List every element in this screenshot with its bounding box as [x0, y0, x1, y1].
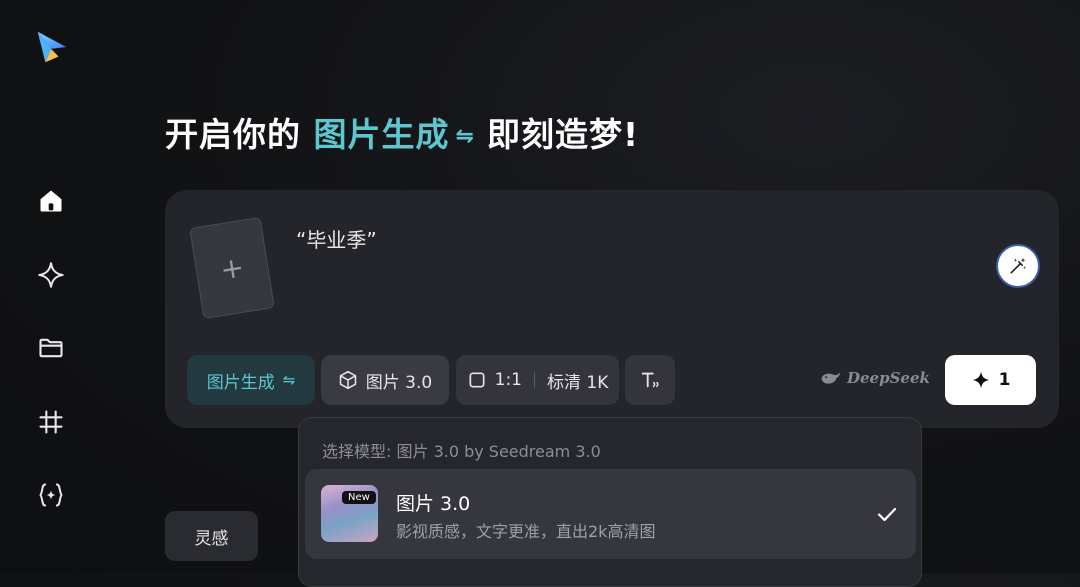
whale-icon	[821, 372, 841, 384]
text-style-button[interactable]	[625, 355, 675, 405]
model-option-description: 影视质感，文字更准，直出2k高清图	[396, 522, 656, 541]
deepseek-toggle[interactable]: DeepSeek	[820, 369, 930, 387]
cube-icon	[339, 370, 357, 390]
plus-icon: +	[217, 249, 247, 287]
prompt-input[interactable]: “毕业季”	[296, 224, 377, 253]
sparkle-icon	[972, 371, 989, 389]
dropdown-caption: 选择模型: 图片 3.0 by Seedream 3.0	[322, 442, 601, 461]
sidebar-item-create[interactable]	[34, 258, 68, 292]
folder-icon	[39, 338, 63, 358]
sidebar-item-canvas[interactable]	[34, 405, 68, 439]
sidebar-item-assets[interactable]	[34, 331, 68, 365]
title-suffix: 即刻造梦!	[486, 115, 639, 154]
ratio-quality-selector[interactable]: 1:1 标清 1K	[456, 355, 619, 405]
model-thumbnail: New	[321, 485, 378, 542]
model-label: 图片 3.0	[365, 372, 433, 393]
divider	[533, 372, 535, 388]
square-ratio-icon	[469, 372, 485, 388]
model-selector[interactable]: 图片 3.0	[321, 355, 449, 405]
page-title: 开启你的 图片生成 ⇋ 即刻造梦!	[165, 108, 639, 156]
title-prefix: 开启你的	[165, 115, 301, 154]
inspiration-label: 灵感	[194, 528, 229, 549]
mode-label: 图片生成	[206, 372, 275, 393]
check-icon	[875, 502, 899, 530]
sidebar-item-home[interactable]	[34, 184, 68, 218]
prompt-enhance-button[interactable]	[996, 244, 1040, 288]
swap-icon[interactable]: ⇋	[456, 124, 475, 149]
inspiration-button[interactable]: 灵感	[165, 511, 258, 561]
generate-count: 1	[998, 370, 1011, 390]
canvas-icon	[39, 410, 63, 434]
app-logo[interactable]	[32, 28, 70, 66]
generate-button[interactable]: 1	[945, 355, 1036, 405]
title-mode[interactable]: 图片生成	[314, 115, 450, 154]
home-icon	[40, 190, 62, 212]
upload-reference-button[interactable]: +	[189, 216, 275, 320]
mode-selector[interactable]: 图片生成 ⇋	[187, 355, 315, 405]
ratio-label: 1:1	[494, 370, 522, 390]
sidebar-item-api[interactable]	[34, 478, 68, 512]
new-badge: New	[342, 491, 376, 504]
magic-wand-icon	[1010, 257, 1027, 274]
deepseek-label: DeepSeek	[847, 369, 930, 387]
model-option-title: 图片 3.0	[396, 493, 471, 515]
text-quote-icon	[641, 372, 659, 388]
quality-label: 标清 1K	[546, 372, 609, 393]
sparkle-icon	[38, 262, 64, 288]
swap-icon: ⇋	[282, 371, 296, 389]
braces-sparkle-icon	[39, 483, 63, 507]
